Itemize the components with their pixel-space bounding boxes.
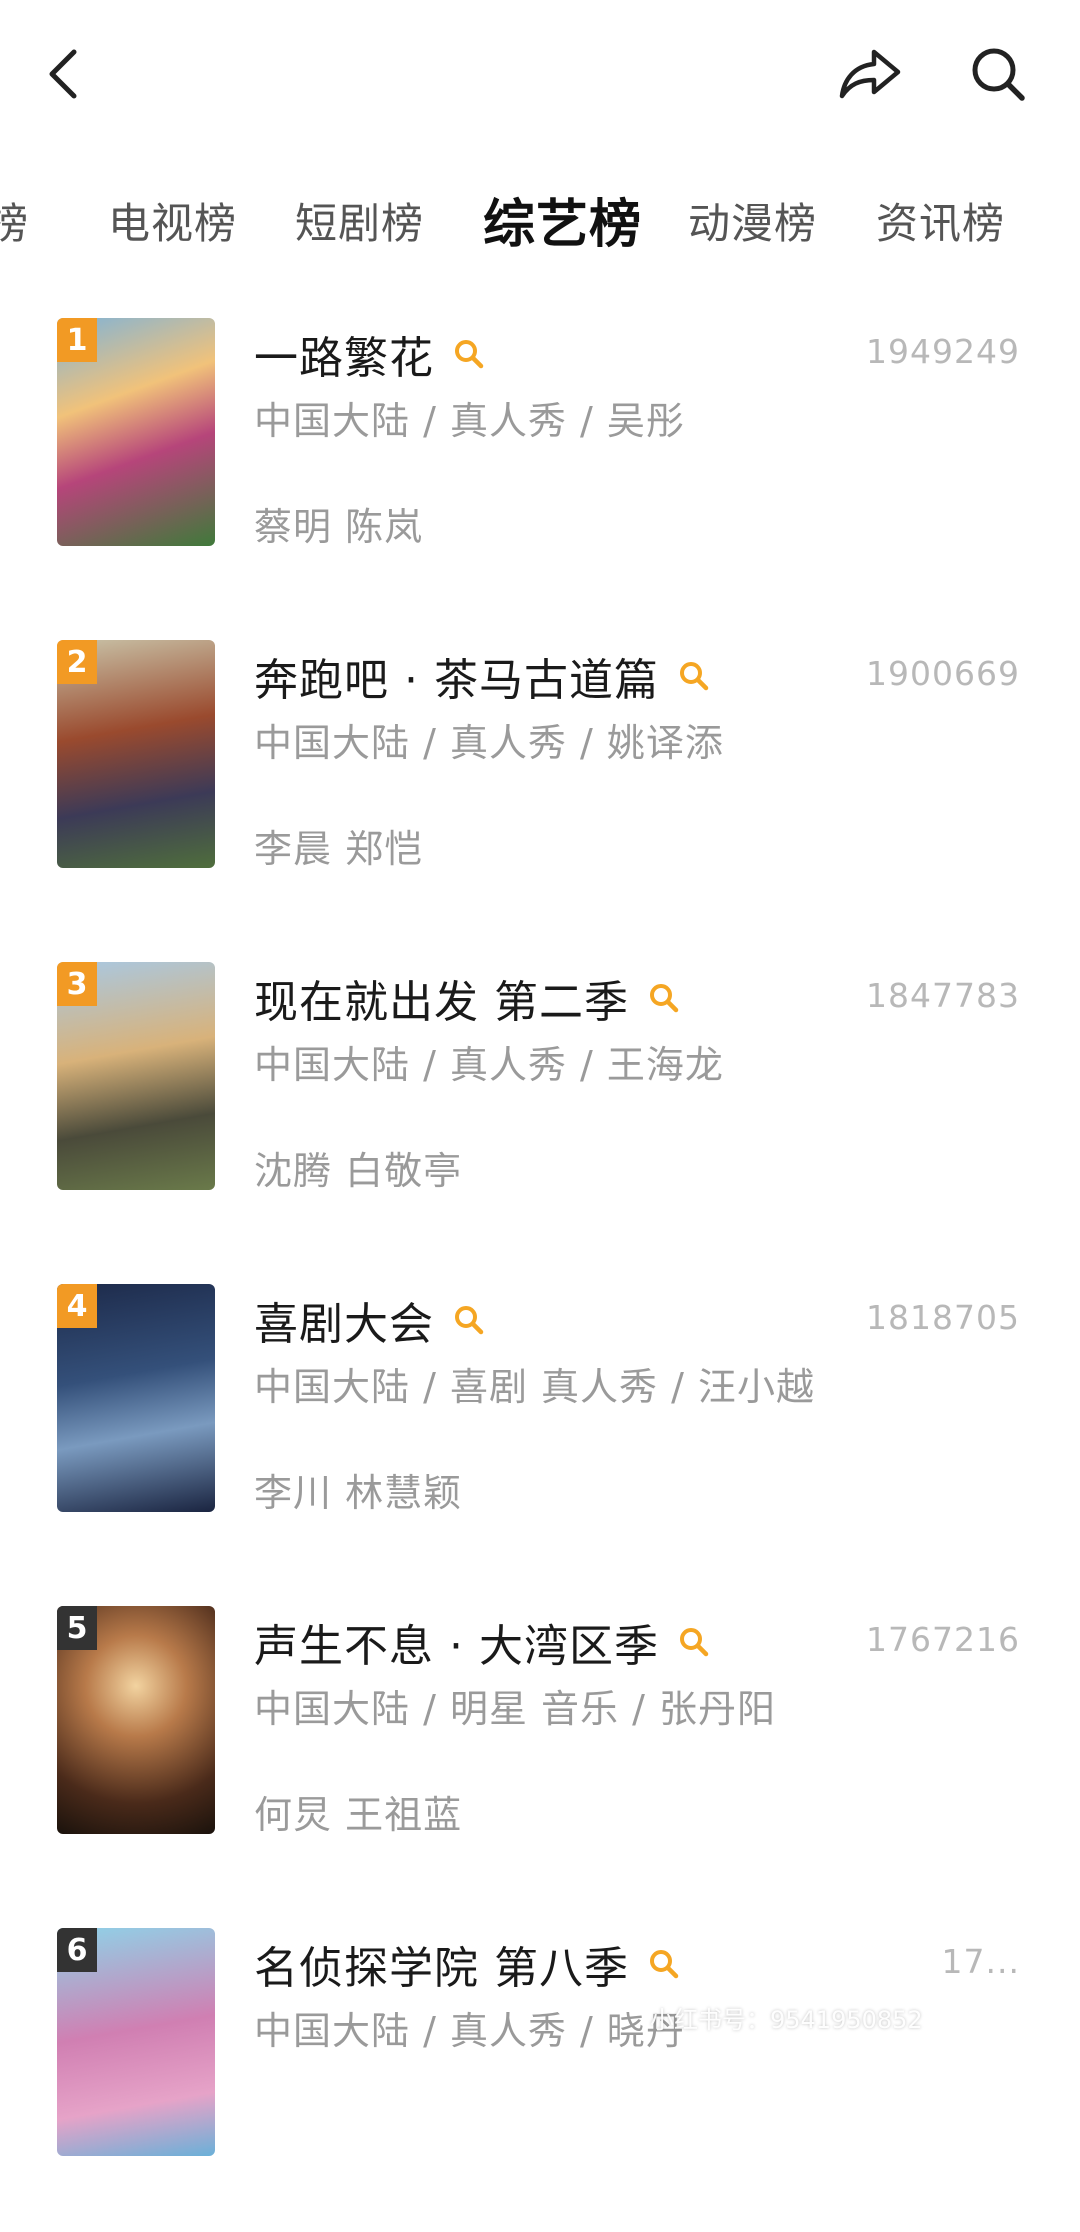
poster-image: 6 (57, 1928, 215, 2156)
rank-badge: 4 (57, 1284, 97, 1328)
rank-badge: 3 (57, 962, 97, 1006)
heat-score: 1818705 (866, 1298, 1020, 1337)
poster-image: 2 (57, 640, 215, 868)
search-icon[interactable] (452, 337, 486, 371)
rank-badge: 5 (57, 1606, 97, 1650)
search-icon[interactable] (677, 1625, 711, 1659)
heat-score: 1847783 (866, 976, 1020, 1015)
list-item[interactable]: 5 声生不息 · 大湾区季 1767216 中国大陆 / 明星 音乐 / 张丹阳… (0, 1588, 1080, 1910)
item-title: 喜剧大会 (254, 1299, 434, 1350)
tab-news[interactable]: 资讯榜 (876, 190, 1005, 251)
heat-score: 1949249 (866, 332, 1020, 371)
rank-badge: 1 (57, 318, 97, 362)
item-meta: 中国大陆 / 真人秀 / 晓丹 (254, 2009, 685, 2053)
item-cast: 何炅 王祖蓝 (254, 1793, 463, 1837)
poster-image: 4 (57, 1284, 215, 1512)
search-icon[interactable] (677, 659, 711, 693)
search-icon[interactable] (452, 1303, 486, 1337)
search-icon (972, 48, 1025, 101)
chevron-left-icon (49, 49, 77, 99)
list-item[interactable]: 2 奔跑吧 · 茶马古道篇 1900669 中国大陆 / 真人秀 / 姚译添 李… (0, 622, 1080, 944)
item-meta: 中国大陆 / 真人秀 / 吴彤 (254, 399, 685, 443)
tab-variety[interactable]: 综艺榜 (483, 182, 642, 257)
share-icon (839, 49, 901, 99)
item-meta: 中国大陆 / 喜剧 真人秀 / 汪小越 (254, 1365, 816, 1409)
item-title: 名侦探学院 第八季 (254, 1943, 629, 1994)
item-meta: 中国大陆 / 真人秀 / 姚译添 (254, 721, 724, 765)
heat-score: 17... (941, 1942, 1020, 1981)
list-item[interactable]: 4 喜剧大会 1818705 中国大陆 / 喜剧 真人秀 / 汪小越 李川 林慧… (0, 1266, 1080, 1588)
item-meta: 中国大陆 / 明星 音乐 / 张丹阳 (254, 1687, 777, 1731)
rank-badge: 2 (57, 640, 97, 684)
tab-partial[interactable]: 榜 (0, 190, 29, 251)
list-item[interactable]: 3 现在就出发 第二季 1847783 中国大陆 / 真人秀 / 王海龙 沈腾 … (0, 944, 1080, 1266)
heat-score: 1767216 (866, 1620, 1020, 1659)
search-button[interactable] (958, 34, 1038, 114)
back-button[interactable] (22, 34, 102, 114)
item-cast: 沈腾 白敬亭 (254, 1149, 463, 1193)
heat-score: 1900669 (866, 654, 1020, 693)
item-cast: 李晨 郑恺 (254, 827, 424, 871)
share-button[interactable] (830, 34, 910, 114)
category-tabs: 榜 电视榜 短剧榜 综艺榜 动漫榜 资讯榜 (0, 180, 1080, 270)
item-title: 声生不息 · 大湾区季 (254, 1621, 659, 1672)
item-cast: 蔡明 陈岚 (254, 505, 424, 549)
watermark-text: 小红书号：9541950852 (650, 2006, 923, 2034)
tab-anime[interactable]: 动漫榜 (688, 190, 817, 251)
poster-image: 5 (57, 1606, 215, 1834)
item-meta: 中国大陆 / 真人秀 / 王海龙 (254, 1043, 724, 1087)
item-title: 一路繁花 (254, 333, 434, 384)
tab-short-drama[interactable]: 短剧榜 (295, 190, 424, 251)
search-icon[interactable] (647, 1947, 681, 1981)
search-icon[interactable] (647, 981, 681, 1015)
list-item[interactable]: 6 名侦探学院 第八季 17... 中国大陆 / 真人秀 / 晓丹 (0, 1910, 1080, 2232)
top-bar (0, 0, 1080, 150)
list-item[interactable]: 1 一路繁花 1949249 中国大陆 / 真人秀 / 吴彤 蔡明 陈岚 (0, 300, 1080, 622)
item-title: 奔跑吧 · 茶马古道篇 (254, 655, 659, 706)
tab-tv[interactable]: 电视榜 (108, 190, 237, 251)
poster-image: 1 (57, 318, 215, 546)
rank-badge: 6 (57, 1928, 97, 1972)
poster-image: 3 (57, 962, 215, 1190)
item-title: 现在就出发 第二季 (254, 977, 629, 1028)
item-cast: 李川 林慧颖 (254, 1471, 463, 1515)
